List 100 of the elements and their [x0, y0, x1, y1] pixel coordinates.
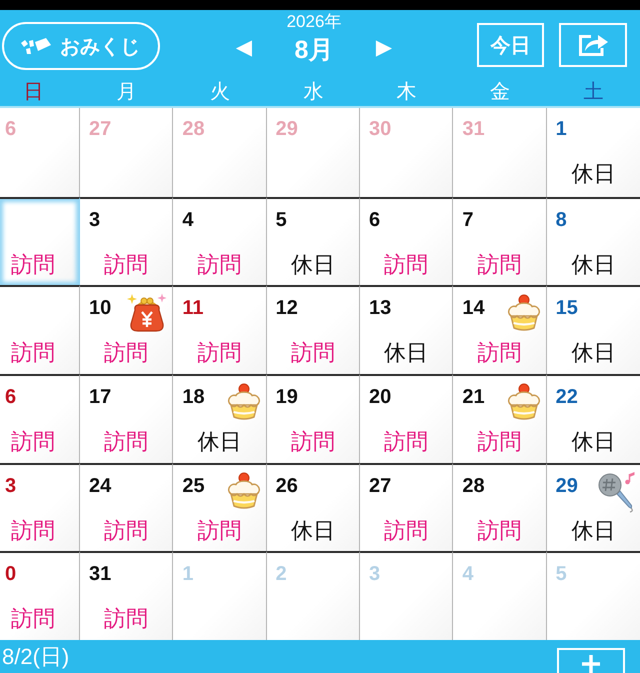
event-label: 休日: [384, 339, 428, 368]
event-label: 休日: [571, 428, 616, 456]
event-label: 休日: [571, 250, 616, 279]
event-label: 訪問: [477, 339, 522, 368]
date-number: 13: [369, 296, 392, 320]
day-cell[interactable]: 17 訪問: [80, 374, 174, 463]
weekday-label: 土: [583, 80, 604, 105]
event-label: 休日: [290, 250, 335, 279]
day-cell[interactable]: 25 訪問: [173, 462, 267, 552]
coin-purse-icon: [126, 293, 168, 334]
event-label: 訪問: [11, 516, 55, 545]
event-label: 訪問: [384, 250, 428, 279]
date-number: 18: [182, 384, 205, 409]
date-number: 15: [556, 296, 578, 320]
day-cell[interactable]: 28 訪問: [453, 462, 547, 552]
day-cell[interactable]: 11 訪問: [173, 285, 267, 374]
event-label: 訪問: [384, 428, 428, 456]
date-number: 25: [182, 474, 205, 498]
cupcake-icon: [226, 382, 262, 422]
event-label: 訪問: [477, 250, 522, 279]
date-number: 2: [276, 562, 287, 586]
date-number: 1: [182, 562, 194, 586]
day-cell[interactable]: 6 訪問: [360, 196, 454, 286]
date-number: 28: [182, 117, 205, 141]
microphone-icon: [596, 470, 636, 513]
day-cell[interactable]: 21 訪問: [453, 374, 547, 463]
day-cell[interactable]: 19 訪問: [266, 374, 360, 463]
event-label: 訪問: [197, 516, 242, 545]
date-number: 27: [89, 117, 112, 141]
event-label: 訪問: [104, 605, 148, 634]
cards-icon: [20, 37, 52, 55]
event-label: 訪問: [104, 428, 148, 456]
date-number: 5: [556, 562, 567, 586]
date-number: 26: [276, 474, 298, 498]
date-number: 6: [5, 117, 16, 141]
event-label: 訪問: [477, 428, 522, 456]
event-label: 訪問: [11, 250, 55, 279]
day-cell[interactable]: 29 休日: [546, 462, 640, 552]
day-cell[interactable]: 3 訪問: [80, 196, 174, 286]
cupcake-icon: [506, 382, 542, 422]
year-label: 2026年: [286, 12, 342, 32]
day-cell[interactable]: 15 休日: [546, 285, 640, 374]
date-number: 3: [5, 474, 16, 498]
share-button[interactable]: [559, 23, 627, 67]
day-cell[interactable]: 4 訪問: [173, 196, 267, 286]
day-cell[interactable]: 1 休日: [546, 108, 640, 197]
day-cell[interactable]: 3 訪問: [0, 462, 80, 552]
day-cell[interactable]: 27 訪問: [360, 462, 454, 552]
event-label: 訪問: [197, 250, 242, 279]
day-cell[interactable]: 22 休日: [546, 374, 640, 463]
date-number: 29: [556, 474, 578, 498]
date-number: 4: [182, 208, 194, 232]
date-number: 1: [556, 117, 567, 141]
event-label: 訪問: [290, 428, 335, 456]
day-cell[interactable]: 13 休日: [360, 285, 454, 374]
event-label: 休日: [571, 160, 616, 188]
day-cell[interactable]: 0 訪問: [0, 551, 80, 640]
date-number: 3: [89, 208, 100, 232]
day-cell[interactable]: 26 休日: [266, 462, 360, 552]
day-cell[interactable]: 5 休日: [266, 196, 360, 286]
day-cell[interactable]: 14 訪問: [453, 285, 547, 374]
date-number: 30: [369, 117, 392, 141]
date-number: 27: [369, 474, 392, 498]
day-cell[interactable]: 訪問: [0, 196, 80, 286]
selected-date-label: 8/2(日): [1, 644, 70, 670]
day-cell[interactable]: 10 訪問: [80, 285, 174, 374]
weekday-label: 水: [303, 80, 324, 105]
event-label: 訪問: [477, 516, 522, 545]
weekday-label: 木: [396, 80, 417, 105]
weekday-label: 火: [210, 80, 230, 105]
day-cell[interactable]: 6 訪問: [0, 374, 80, 463]
cupcake-icon: [226, 470, 262, 511]
date-number: 5: [276, 208, 287, 232]
weekday-label: 月: [116, 80, 137, 105]
date-number: 8: [556, 208, 567, 232]
date-number: 31: [89, 562, 112, 586]
add-button[interactable]: [557, 648, 625, 673]
day-cell[interactable]: 31 訪問: [80, 551, 174, 640]
day-cell[interactable]: 20 訪問: [360, 374, 454, 463]
date-number: 14: [462, 296, 485, 320]
event-label: 訪問: [104, 339, 148, 368]
plus-icon: [581, 654, 601, 673]
day-cell[interactable]: 24 訪問: [80, 462, 174, 552]
date-number: 6: [5, 384, 16, 409]
event-label: 休日: [571, 516, 616, 545]
day-cell[interactable]: 訪問: [0, 285, 80, 374]
day-cell[interactable]: 12 訪問: [266, 285, 360, 374]
date-number: 6: [369, 208, 380, 232]
day-cell[interactable]: 7 訪問: [453, 196, 547, 286]
date-number: 28: [462, 474, 485, 498]
day-cell[interactable]: 8 休日: [546, 196, 640, 286]
weekday-label: 日: [24, 80, 44, 105]
date-number: 10: [89, 296, 112, 320]
date-number: 3: [369, 562, 380, 586]
share-icon: [577, 32, 609, 58]
date-number: 4: [462, 562, 474, 586]
month-title: 8月: [294, 35, 334, 65]
day-cell[interactable]: 18 休日: [173, 374, 267, 463]
event-label: 訪問: [11, 339, 55, 368]
event-label: 休日: [197, 428, 242, 456]
